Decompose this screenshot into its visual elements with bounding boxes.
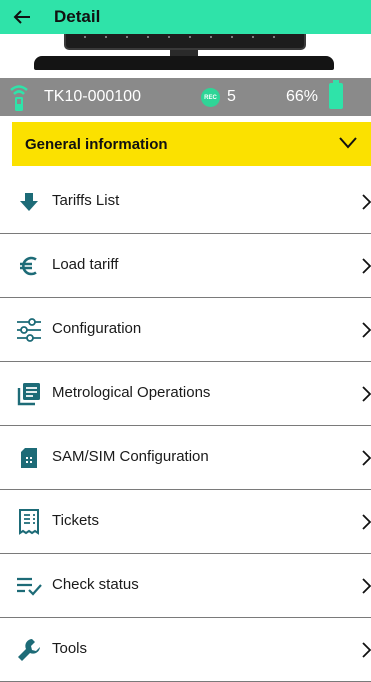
- rec-badge-icon: REC: [201, 88, 220, 107]
- menu-list: Tariffs List Load tariff Configuration M…: [0, 170, 371, 682]
- menu-item-label: SAM/SIM Configuration: [52, 448, 209, 465]
- menu-item-label: Configuration: [52, 320, 142, 337]
- menu-item-check-status[interactable]: Check status: [0, 554, 371, 618]
- wifi-signal-icon: [10, 85, 28, 111]
- menu-item-label: Load tariff: [52, 256, 119, 273]
- menu-item-label: Check status: [52, 576, 139, 593]
- sim-card-icon: [16, 445, 42, 471]
- menu-item-tools[interactable]: Tools: [0, 618, 371, 682]
- menu-item-tariffs-list[interactable]: Tariffs List: [0, 170, 371, 234]
- menu-item-label: Tickets: [52, 512, 99, 529]
- wrench-icon: [16, 637, 42, 663]
- chevron-right-icon: [362, 322, 371, 338]
- menu-item-metrological-operations[interactable]: Metrological Operations: [0, 362, 371, 426]
- chevron-right-icon: [362, 258, 371, 274]
- chevron-right-icon: [362, 194, 371, 210]
- menu-item-configuration[interactable]: Configuration: [0, 298, 371, 362]
- euro-icon: [16, 253, 42, 279]
- arrow-left-icon: [13, 10, 30, 24]
- general-information-header[interactable]: General information: [12, 122, 371, 166]
- chevron-down-icon: [339, 137, 357, 149]
- receipt-icon: [16, 509, 42, 535]
- chevron-right-icon: [362, 578, 371, 594]
- device-id: TK10-000100: [44, 88, 141, 105]
- app-bar: Detail: [0, 0, 371, 34]
- battery-icon: [329, 80, 343, 109]
- menu-item-load-tariff[interactable]: Load tariff: [0, 234, 371, 298]
- chevron-right-icon: [362, 514, 371, 530]
- download-arrow-icon: [16, 189, 42, 215]
- chevron-right-icon: [362, 450, 371, 466]
- back-button[interactable]: [6, 0, 38, 34]
- battery-level: 66%: [286, 88, 319, 105]
- library-books-icon: [16, 381, 42, 407]
- menu-item-label: Tariffs List: [52, 192, 120, 209]
- menu-item-label: Metrological Operations: [52, 384, 211, 401]
- device-image: [0, 34, 371, 72]
- menu-item-label: Tools: [52, 640, 88, 657]
- section-title: General information: [25, 135, 168, 153]
- menu-item-sam-sim-configuration[interactable]: SAM/SIM Configuration: [0, 426, 371, 490]
- device-screen: [64, 34, 306, 50]
- menu-item-tickets[interactable]: Tickets: [0, 490, 371, 554]
- rec-count: 5: [227, 88, 236, 105]
- device-base: [34, 56, 334, 70]
- chevron-right-icon: [362, 386, 371, 402]
- sliders-icon: [16, 317, 42, 343]
- chevron-right-icon: [362, 642, 371, 658]
- device-status-bar: TK10-000100 REC 5 66%: [0, 78, 371, 116]
- checklist-icon: [16, 573, 42, 599]
- page-title: Detail: [54, 7, 101, 26]
